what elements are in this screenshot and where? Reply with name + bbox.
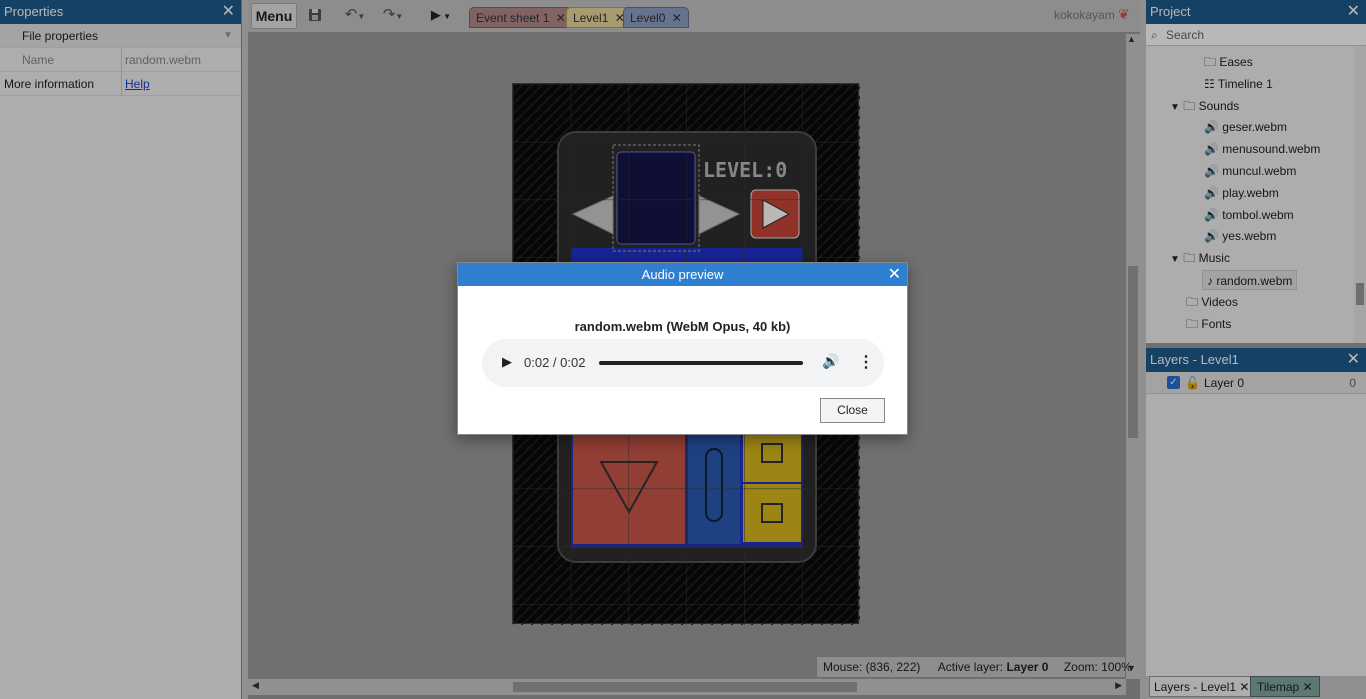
close-icon[interactable]: ✕ <box>888 263 901 286</box>
volume-icon[interactable]: 🔊 <box>822 353 839 370</box>
seek-fill <box>599 361 803 365</box>
play-icon[interactable]: ▶ <box>502 354 512 370</box>
close-button[interactable]: Close <box>820 398 885 423</box>
audio-player: ▶ 0:02 / 0:02 🔊 ⋮ <box>482 339 884 387</box>
dialog-title: Audio preview <box>641 267 724 282</box>
more-options-icon[interactable]: ⋮ <box>858 352 874 372</box>
file-info: random.webm (WebM Opus, 40 kb) <box>574 319 791 334</box>
seek-bar[interactable] <box>599 361 803 365</box>
dialog-titlebar: Audio preview ✕ <box>458 263 907 286</box>
audio-preview-dialog: Audio preview ✕ random.webm (WebM Opus, … <box>457 262 908 435</box>
time-display: 0:02 / 0:02 <box>524 355 586 370</box>
